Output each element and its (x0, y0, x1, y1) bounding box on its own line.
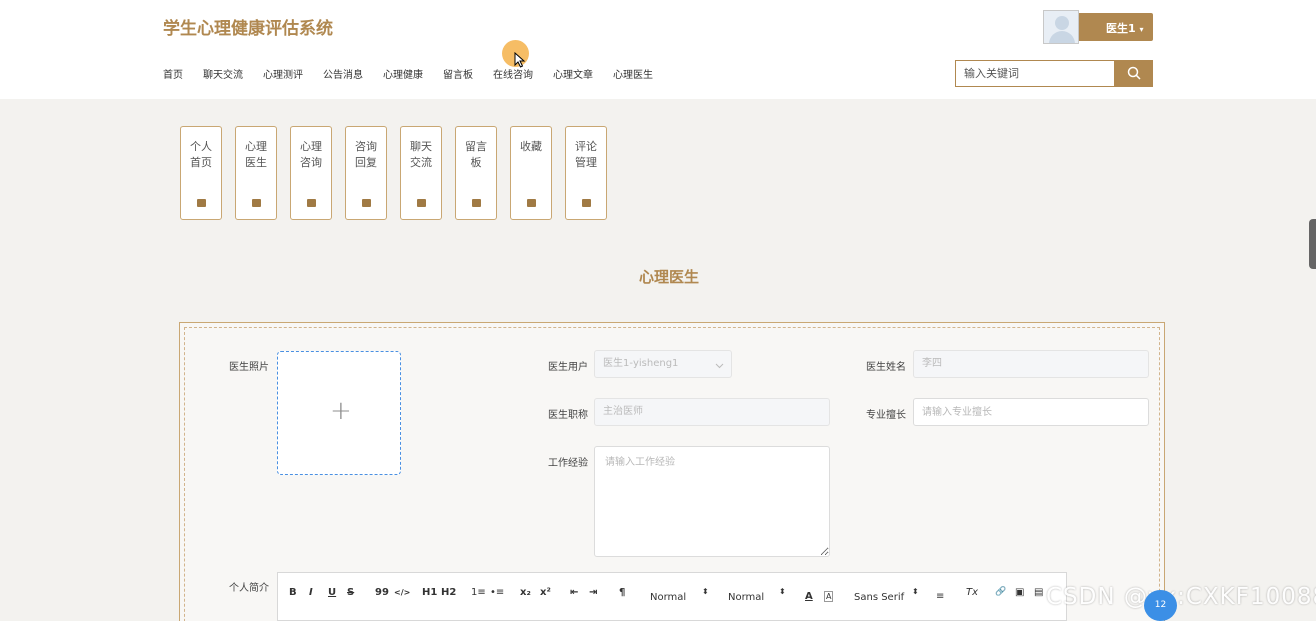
tab-label: 心理 医生 (245, 140, 267, 169)
user-label: 医生用户 (548, 362, 588, 373)
main-nav: 首页 聊天交流 心理测评 公告消息 心理健康 留言板 在线咨询 心理文章 心理医… (163, 66, 673, 81)
nav-mental-health[interactable]: 心理健康 (383, 66, 423, 81)
bullet-list-button[interactable]: •≡ (490, 587, 504, 598)
nav-articles[interactable]: 心理文章 (553, 66, 593, 81)
plus-icon: + (330, 396, 352, 426)
page-title: 心理医生 (639, 268, 700, 286)
font-select-caret-icon: ⬍ (912, 587, 919, 596)
avatar[interactable] (1043, 10, 1079, 44)
tab-label: 聊天 交流 (410, 140, 432, 169)
search-icon (1127, 66, 1141, 80)
video-button[interactable]: ▤ (1034, 587, 1043, 598)
nav-online-consult[interactable]: 在线咨询 (493, 66, 533, 81)
nav-announcements[interactable]: 公告消息 (323, 66, 363, 81)
direction-button[interactable]: ¶ (619, 587, 625, 598)
intro-label: 个人简介 (229, 583, 269, 594)
watermark: CSDN @vx:CXKF10088 (1046, 584, 1316, 610)
tab-favorites[interactable]: 收藏 (510, 126, 552, 220)
doctor-user-select[interactable]: 医生1-yisheng1 (594, 350, 732, 378)
tab-icon (252, 199, 261, 207)
tab-chat[interactable]: 聊天 交流 (400, 126, 442, 220)
ordered-list-button[interactable]: 1≡ (471, 587, 486, 598)
header-select-caret-icon: ⬍ (779, 587, 786, 596)
header-select[interactable]: Normal (728, 592, 764, 603)
search-input[interactable] (955, 60, 1115, 87)
side-drawer-handle[interactable] (1309, 219, 1316, 269)
tab-label: 个人 首页 (190, 140, 212, 169)
tab-icon (362, 199, 371, 207)
experience-textarea[interactable] (594, 446, 830, 557)
h2-button[interactable]: H2 (441, 587, 456, 598)
outdent-button[interactable]: ⇤ (570, 587, 578, 598)
experience-label: 工作经验 (548, 458, 588, 469)
photo-upload[interactable]: + (277, 351, 401, 475)
tab-message-board[interactable]: 留言板 (455, 126, 497, 220)
image-button[interactable]: ▣ (1015, 587, 1024, 598)
tab-icon (197, 199, 206, 207)
tab-label: 咨询 回复 (355, 140, 377, 169)
site-title[interactable]: 学生心理健康评估系统 (163, 14, 333, 39)
name-label: 医生姓名 (866, 362, 906, 373)
doctor-name-value: 李四 (922, 358, 942, 369)
size-select[interactable]: Normal (650, 592, 686, 603)
nav-chat[interactable]: 聊天交流 (203, 66, 243, 81)
align-button[interactable]: ≡ (936, 591, 944, 602)
chevron-down-icon (715, 363, 724, 369)
mouse-cursor-icon (514, 52, 526, 68)
text-color-button[interactable]: A (805, 591, 813, 602)
search-button[interactable] (1115, 60, 1153, 87)
tab-consult[interactable]: 心理 咨询 (290, 126, 332, 220)
superscript-button[interactable]: x² (540, 587, 551, 598)
tab-label: 收藏 (520, 140, 542, 153)
clean-format-button[interactable]: Tx (966, 587, 978, 598)
avatar-head (1055, 16, 1069, 30)
specialty-input[interactable] (913, 398, 1149, 426)
tab-doctors[interactable]: 心理 医生 (235, 126, 277, 220)
nav-assessment[interactable]: 心理测评 (263, 66, 303, 81)
tab-icon (527, 199, 536, 207)
size-select-caret-icon: ⬍ (702, 587, 709, 596)
background-color-button[interactable]: A (824, 591, 834, 602)
nav-doctors[interactable]: 心理医生 (613, 66, 653, 81)
photo-label: 医生照片 (229, 362, 269, 373)
link-button[interactable]: 🔗 (995, 587, 1006, 597)
title-label: 医生职称 (548, 410, 588, 421)
h1-button[interactable]: H1 (422, 587, 437, 598)
doctor-user-value: 医生1-yisheng1 (603, 358, 679, 369)
chevron-down-icon: ▾ (1139, 25, 1144, 34)
nav-home[interactable]: 首页 (163, 66, 183, 81)
tab-personal-home[interactable]: 个人 首页 (180, 126, 222, 220)
doctor-title-value: 主治医师 (603, 406, 643, 417)
tab-label: 留言板 (465, 140, 487, 169)
editor-toolbar: B I U S 99 </> H1 H2 1≡ •≡ x₂ x² ⇤ ⇥ ¶ N… (277, 572, 1067, 621)
tab-comments[interactable]: 评论 管理 (565, 126, 607, 220)
user-name[interactable]: 医生1 ▾ (1106, 20, 1144, 36)
subscript-button[interactable]: x₂ (520, 587, 531, 598)
tab-icon (472, 199, 481, 207)
tab-icon (417, 199, 426, 207)
bold-button[interactable]: B (289, 587, 297, 598)
strike-button[interactable]: S (347, 587, 354, 598)
doctor-name-field[interactable]: 李四 (913, 350, 1149, 378)
tab-consult-reply[interactable]: 咨询 回复 (345, 126, 387, 220)
indent-button[interactable]: ⇥ (589, 587, 597, 598)
nav-message-board[interactable]: 留言板 (443, 66, 473, 81)
underline-button[interactable]: U (328, 587, 336, 598)
code-button[interactable]: </> (394, 588, 410, 597)
tab-icon (307, 199, 316, 207)
user-name-text: 医生1 (1106, 22, 1136, 35)
italic-button[interactable]: I (309, 587, 313, 598)
font-select[interactable]: Sans Serif (854, 592, 904, 603)
tab-label: 评论 管理 (575, 140, 597, 169)
avatar-body (1049, 31, 1075, 43)
blockquote-button[interactable]: 99 (375, 587, 389, 598)
tab-label: 心理 咨询 (300, 140, 322, 169)
tab-icon (582, 199, 591, 207)
notification-badge[interactable]: 12 (1144, 590, 1177, 621)
doctor-title-field[interactable]: 主治医师 (594, 398, 830, 426)
specialty-label: 专业擅长 (866, 410, 906, 421)
